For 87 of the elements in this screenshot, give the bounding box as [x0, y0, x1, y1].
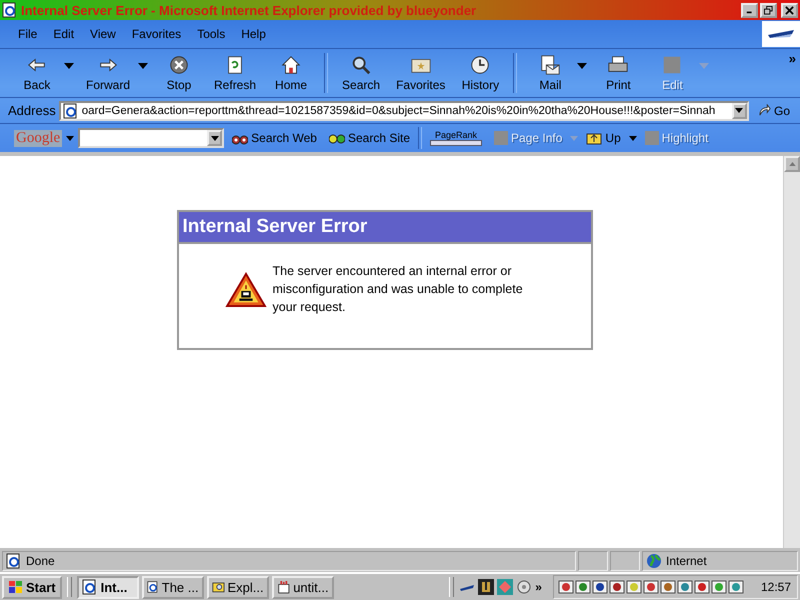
status-pane: [578, 551, 608, 571]
tray-icon[interactable]: [592, 579, 608, 595]
print-button[interactable]: Print: [591, 54, 646, 92]
blank-icon: [494, 131, 508, 145]
menu-item[interactable]: View: [84, 27, 122, 41]
dropdown-arrow-icon[interactable]: [138, 63, 148, 69]
blank-icon: [661, 54, 684, 76]
more-chevron[interactable]: »: [535, 580, 542, 594]
home-button[interactable]: Home: [264, 54, 318, 92]
menu-item[interactable]: Edit: [47, 27, 80, 41]
dropdown-button[interactable]: [732, 102, 747, 118]
tray-icon[interactable]: [642, 579, 659, 595]
home-icon: [280, 54, 302, 76]
taskbar-button[interactable]: Int...: [76, 576, 139, 598]
error-title: Internal Server Error: [178, 212, 590, 244]
go-arrow-icon: [758, 104, 771, 117]
tray-icon[interactable]: [558, 579, 574, 595]
dropdown-arrow-icon[interactable]: [66, 136, 74, 140]
app-icon: [276, 579, 290, 595]
dropdown-arrow-icon[interactable]: [577, 63, 588, 69]
quick-launch-icon[interactable]: [516, 579, 532, 595]
search-button[interactable]: Search: [334, 54, 388, 92]
menu-item[interactable]: Tools: [191, 27, 232, 41]
restore-icon: [764, 6, 773, 14]
warning-computer-icon: [224, 272, 266, 308]
globe-icon: [646, 553, 662, 569]
close-icon: [785, 6, 794, 14]
menu-item[interactable]: Help: [235, 27, 272, 41]
mail-icon: [539, 54, 562, 76]
address-label: Address: [8, 103, 56, 118]
error-message: The server encountered an internal error or misconfiguration and was unable to complete your request.: [272, 263, 524, 316]
folder-up-icon: [586, 131, 602, 145]
clock-icon: [469, 54, 492, 76]
taskbar-button[interactable]: The ...: [142, 576, 204, 598]
minimize-button[interactable]: [741, 2, 758, 18]
refresh-button[interactable]: Refresh: [206, 54, 264, 92]
toolbar-button[interactable]: Search Web: [228, 131, 321, 145]
dropdown-button[interactable]: [207, 130, 222, 146]
taskbar-button[interactable]: Expl...: [206, 576, 269, 598]
stop-icon: [168, 54, 190, 76]
tray-icon[interactable]: [710, 579, 727, 595]
tray-icon[interactable]: [574, 579, 591, 595]
search-icon: [350, 54, 372, 76]
tray-icon[interactable]: [676, 579, 693, 595]
tray-icon[interactable]: [660, 579, 676, 595]
tray-icon[interactable]: [728, 579, 744, 595]
dropdown-arrow-icon[interactable]: [628, 136, 637, 140]
browser-icon: [2, 2, 18, 18]
start-button[interactable]: Start: [2, 576, 62, 598]
history-button[interactable]: History: [453, 54, 508, 92]
forward-button[interactable]: Forward: [78, 54, 138, 92]
caret-icon: [210, 136, 219, 140]
go-button[interactable]: Go: [752, 104, 796, 118]
taskbar-button[interactable]: untit...: [272, 576, 334, 598]
toolbar-button[interactable]: Up: [582, 131, 625, 145]
page-icon: [62, 102, 79, 118]
menu-item[interactable]: Favorites: [126, 27, 188, 41]
caret-icon: [735, 108, 744, 113]
dropdown-arrow-icon[interactable]: [64, 63, 74, 69]
mail-button[interactable]: Mail: [523, 54, 578, 92]
status-pane: [610, 551, 640, 571]
back-button[interactable]: Back: [10, 54, 64, 92]
toolbar-button[interactable]: Search Site: [324, 131, 414, 145]
favorites-button[interactable]: Favorites: [388, 54, 454, 92]
stop-button[interactable]: Stop: [152, 54, 206, 92]
blank-icon: [644, 131, 659, 145]
quick-launch-icon[interactable]: [478, 579, 494, 595]
close-button[interactable]: [781, 2, 798, 18]
scrollbar[interactable]: [783, 156, 800, 548]
tray-icon[interactable]: [694, 579, 710, 595]
windows-flag-icon: [8, 580, 24, 594]
brand-logo: [762, 21, 800, 47]
app-icon: [146, 579, 159, 595]
more-chevron[interactable]: »: [788, 51, 796, 66]
search-field[interactable]: [78, 128, 224, 148]
address-field[interactable]: oard=Genera&action=reporttm&thread=1021587359&id=0&subject=Sinnah%20is%20in%20tha%20House!!!&poster=Sinnah: [58, 100, 749, 120]
status-text: Done: [26, 554, 55, 568]
restore-button[interactable]: [760, 2, 777, 18]
window-title: Internal Server Error - Microsoft Internet Explorer provided by blueyonder: [21, 2, 478, 18]
security-zone: Internet: [666, 554, 707, 568]
tray-icon[interactable]: [626, 579, 642, 595]
clock: 12:57: [760, 580, 791, 594]
menu-item[interactable]: File: [12, 27, 44, 41]
app-icon: [82, 579, 98, 595]
pagerank-meter: PageRank: [426, 130, 486, 146]
tray-icon[interactable]: [608, 579, 625, 595]
page-icon: [6, 553, 22, 569]
